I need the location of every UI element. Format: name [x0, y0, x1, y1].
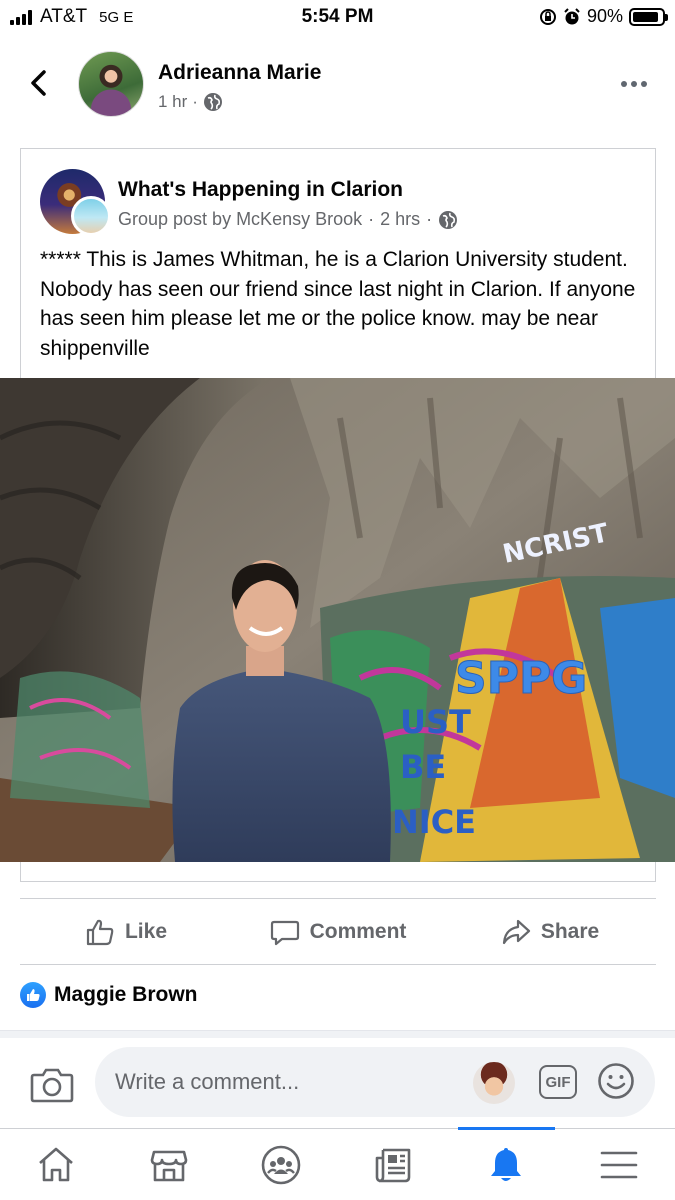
news-icon — [375, 1148, 411, 1182]
group-post-time[interactable]: 2 hrs — [380, 209, 420, 230]
post-text: ***** This is James Whitman, he is a Cla… — [40, 248, 636, 360]
comment-placeholder: Write a comment... — [115, 1069, 300, 1094]
globe-icon — [439, 210, 458, 229]
svg-text:NICE: NICE — [392, 803, 476, 841]
group-post-author[interactable]: Group post by McKensy Brook — [118, 209, 362, 230]
photo-illustration: SPPG NCRIST UST BE NICE — [0, 378, 675, 862]
post-time[interactable]: 1 hr — [158, 92, 187, 112]
author-name[interactable]: Adrieanna Marie — [158, 61, 321, 85]
battery-icon — [629, 7, 668, 26]
reaction-summary[interactable]: Maggie Brown — [20, 982, 198, 1008]
comment-label: Comment — [309, 920, 407, 943]
thumbs-up-icon — [86, 919, 114, 946]
camera-icon[interactable] — [30, 1065, 74, 1105]
nav-marketplace[interactable] — [113, 1129, 226, 1200]
nav-home[interactable] — [0, 1129, 113, 1200]
emoji-icon[interactable] — [597, 1062, 635, 1100]
meta-separator: · — [192, 92, 198, 111]
post-header: Adrieanna Marie 1 hr · — [0, 46, 675, 126]
nav-notifications[interactable] — [450, 1127, 563, 1200]
comment-composer: Write a comment... GIF — [0, 1047, 675, 1119]
divider — [20, 964, 656, 965]
svg-text:BE: BE — [400, 748, 446, 786]
notifications-icon — [491, 1147, 522, 1181]
group-name[interactable]: What's Happening in Clarion — [118, 178, 403, 202]
section-separator — [0, 1030, 675, 1038]
menu-icon — [600, 1151, 638, 1178]
battery-percent: 90% — [586, 6, 623, 26]
group-post-meta: Group post by McKensy Brook · 2 hrs · — [118, 209, 458, 230]
like-button[interactable]: Like — [20, 900, 232, 964]
nav-groups[interactable] — [225, 1129, 338, 1200]
reactor-names: Maggie Brown — [54, 983, 198, 1006]
alarm-icon — [564, 7, 580, 24]
comment-icon — [270, 920, 299, 946]
meta-separator: · — [368, 209, 375, 229]
battery-fill — [633, 11, 659, 22]
action-bar: Like Comment Share — [20, 900, 656, 964]
meta-separator: · — [426, 209, 433, 229]
marketplace-icon — [150, 1150, 188, 1181]
share-label: Share — [540, 920, 600, 943]
share-arrow-icon — [502, 919, 530, 945]
globe-icon — [203, 93, 222, 111]
like-label: Like — [124, 920, 168, 943]
post-meta: 1 hr · — [158, 92, 223, 112]
divider — [20, 898, 656, 899]
post-photo[interactable]: SPPG NCRIST UST BE NICE — [0, 378, 675, 862]
groups-icon — [261, 1145, 301, 1184]
gif-button[interactable]: GIF — [539, 1065, 577, 1099]
bottom-navigation — [0, 1127, 675, 1200]
svg-text:SPPG: SPPG — [455, 653, 587, 704]
share-button[interactable]: Share — [444, 900, 656, 964]
author-avatar[interactable] — [78, 51, 144, 117]
home-icon — [39, 1147, 74, 1181]
rotation-lock-icon — [539, 8, 556, 25]
user-avatar-sticker[interactable] — [473, 1062, 515, 1104]
poster-avatar[interactable] — [71, 196, 111, 236]
more-options-icon[interactable] — [621, 74, 651, 94]
back-arrow-icon[interactable] — [22, 66, 56, 100]
comment-button[interactable]: Comment — [232, 900, 444, 964]
nav-menu[interactable] — [563, 1129, 675, 1200]
like-reaction-icon — [20, 982, 46, 1008]
status-bar: AT&T 5G E 5:54 PM 90% — [0, 0, 675, 36]
nav-news[interactable] — [338, 1129, 451, 1200]
comment-input[interactable]: Write a comment... GIF — [95, 1047, 655, 1117]
svg-text:UST: UST — [400, 703, 471, 741]
status-right: 90% — [539, 6, 668, 27]
